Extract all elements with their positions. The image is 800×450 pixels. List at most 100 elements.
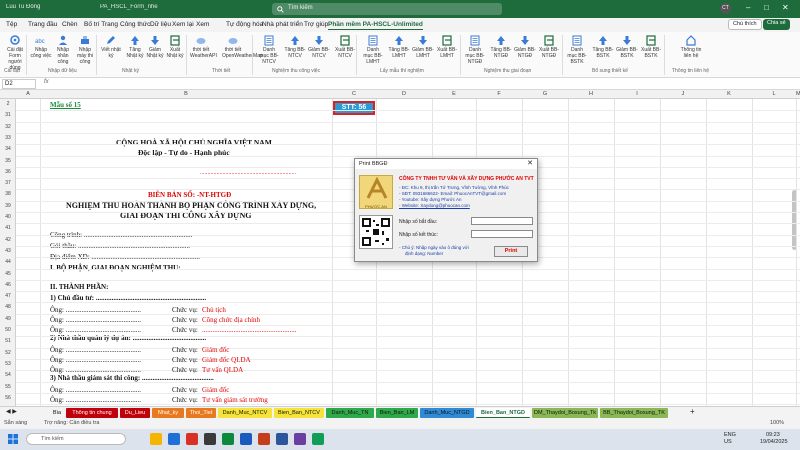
ribbon-button[interactable]: Xuất BB-LMHT [436,34,458,59]
menu-tab[interactable]: Công thức [120,21,150,28]
sheet-tab[interactable]: Thoi_Tiet [186,408,216,418]
ribbon-button[interactable]: Giảm BB-LMHT [412,34,434,59]
windows-start-icon[interactable] [8,434,18,444]
comments-button[interactable]: Chú thích [728,19,762,30]
menu-tab[interactable]: Tệp [6,21,17,28]
row-header[interactable]: 2 [0,101,16,107]
print-button[interactable]: Print [494,246,528,257]
menu-tab[interactable]: Dữ liệu [150,21,171,28]
ribbon-button[interactable]: Tăng BB-BSTK [592,34,614,59]
minimize-icon[interactable]: – [746,3,750,12]
name-box[interactable]: D2 [2,79,36,89]
ribbon-button[interactable]: Tăng Nhật ký [124,34,146,59]
language-indicator[interactable]: ENG [724,432,736,438]
dialog-close-icon[interactable]: ✕ [527,159,533,169]
ribbon-button[interactable]: Thông tin liên hệ [680,34,702,59]
ribbon-button[interactable]: Giảm BB-BSTK [616,34,638,59]
zoom-level[interactable]: 100% [770,420,784,426]
clock-time[interactable]: 09:23 [766,432,780,438]
ribbon-button[interactable]: Giảm BB-NTGĐ [514,34,536,59]
ribbon-button[interactable]: Danh mục BB-BSTK [566,34,588,65]
ribbon-button[interactable]: Nhập nhân công [52,34,74,65]
ribbon-button[interactable]: Giảm Nhật ký [144,34,166,59]
taskbar-search[interactable]: Tìm kiếm [26,433,126,445]
avatar[interactable]: CT [720,3,731,14]
row-header[interactable]: 33 [0,135,16,141]
title-search-box[interactable]: Tìm kiếm [272,3,502,15]
ribbon-button[interactable]: Nhập máy thi công [74,34,96,65]
sheet-nav-icon[interactable]: ◀ ▶ [6,408,17,415]
row-header[interactable]: 37 [0,180,16,186]
row-header[interactable]: 45 [0,271,16,277]
column-header[interactable]: C [332,91,376,97]
sheet-tab[interactable]: Danh_Muc_TN [326,408,374,418]
menu-tab[interactable]: Xem [196,21,209,28]
ribbon-button[interactable]: Tăng BB-LMHT [388,34,410,59]
ribbon-button[interactable]: Danh mục BB-LMHT [362,34,384,65]
sheet-tab[interactable]: Danh_Muc_NTCV [218,408,272,418]
form-number-link[interactable]: Mẫu số 15 [50,101,81,109]
row-header[interactable]: 55 [0,384,16,390]
app-icon-orange[interactable] [258,433,270,445]
row-header[interactable]: 39 [0,203,16,209]
ribbon-button[interactable]: abc Nhập công việc [30,34,52,59]
row-header[interactable]: 46 [0,282,16,288]
sheet-tab[interactable]: Nhat_ky [152,408,184,418]
row-header[interactable]: 53 [0,361,16,367]
sheet-tab[interactable]: Bien_Ban_NTCV [274,408,324,418]
row-header[interactable]: 44 [0,259,16,265]
sheet-tab[interactable]: Du_Lieu [120,408,150,418]
menu-tab[interactable]: Nhà phát triển [262,21,303,28]
column-header[interactable]: F [476,91,522,97]
ribbon-button[interactable]: Viết nhật ký [100,34,122,59]
row-header[interactable]: 49 [0,316,16,322]
end-number-input[interactable] [471,230,533,238]
sheet-tab[interactable]: Bìa [50,408,64,418]
app-icon-blue[interactable] [276,433,288,445]
menu-tab[interactable]: Chèn [62,21,78,28]
row-header[interactable]: 36 [0,169,16,175]
ribbon-button[interactable]: Giảm BB-NTCV [308,34,330,59]
row-header[interactable]: 34 [0,146,16,152]
column-header[interactable]: L [752,91,796,97]
row-header[interactable]: 32 [0,124,16,130]
share-button[interactable]: Chia sẻ [763,19,790,30]
sheet-tab[interactable]: DM_Thaydoi_Bosung_Tk [532,408,598,418]
sheet-tab[interactable]: Thông tin chung [66,408,118,418]
ribbon-button[interactable]: Xuất BB-NTCV [334,34,356,59]
company-youtube[interactable]: - Youtube: Xây dựng Phước An [399,197,462,202]
sheet-tab[interactable]: BB_Thaydoi_Bosung_TK [600,408,668,418]
ribbon-button[interactable]: thời tiết OpenWeatherMap [222,34,263,59]
column-header[interactable]: G [522,91,568,97]
column-header[interactable]: K [706,91,752,97]
start-number-input[interactable] [471,217,533,225]
app-icon-green[interactable] [312,433,324,445]
stt-badge[interactable]: STT: 56 [333,101,375,115]
add-sheet-icon[interactable]: + [690,407,695,416]
sheet-tab[interactable]: Bien_Ban_NTGD [476,408,530,418]
row-header[interactable]: 50 [0,327,16,333]
ribbon-button[interactable]: Danh mục BB-NTGĐ [464,34,486,65]
row-header[interactable]: 43 [0,248,16,254]
close-icon[interactable]: ✕ [782,3,789,12]
ribbon-button[interactable]: Xuất Nhật ký [164,34,186,59]
column-header[interactable]: B [40,91,332,97]
app-icon-dark[interactable] [204,433,216,445]
menu-tab[interactable]: Tự động hóa [226,21,263,28]
column-header[interactable]: D [376,91,432,97]
ribbon-button[interactable]: Tăng BB-NTGĐ [490,34,512,59]
row-header[interactable]: 31 [0,112,16,118]
row-header[interactable]: 48 [0,304,16,310]
excel-icon[interactable] [222,433,234,445]
clock-date[interactable]: 19/04/2025 [760,439,788,445]
ribbon-button[interactable]: thời tiết WeatherAPI [190,34,217,59]
column-header[interactable]: J [660,91,706,97]
menu-tab[interactable]: Trang đầu [28,21,57,28]
ribbon-button[interactable]: Xuất BB-BSTK [640,34,662,59]
column-header[interactable]: I [614,91,660,97]
column-header[interactable]: E [432,91,476,97]
region-indicator[interactable]: US [724,439,732,445]
row-header[interactable]: 42 [0,237,16,243]
company-website[interactable]: - Website: Xaydung@phuocan.com [399,203,470,208]
ribbon-button[interactable]: Danh mục BB-NTCV [258,34,280,65]
